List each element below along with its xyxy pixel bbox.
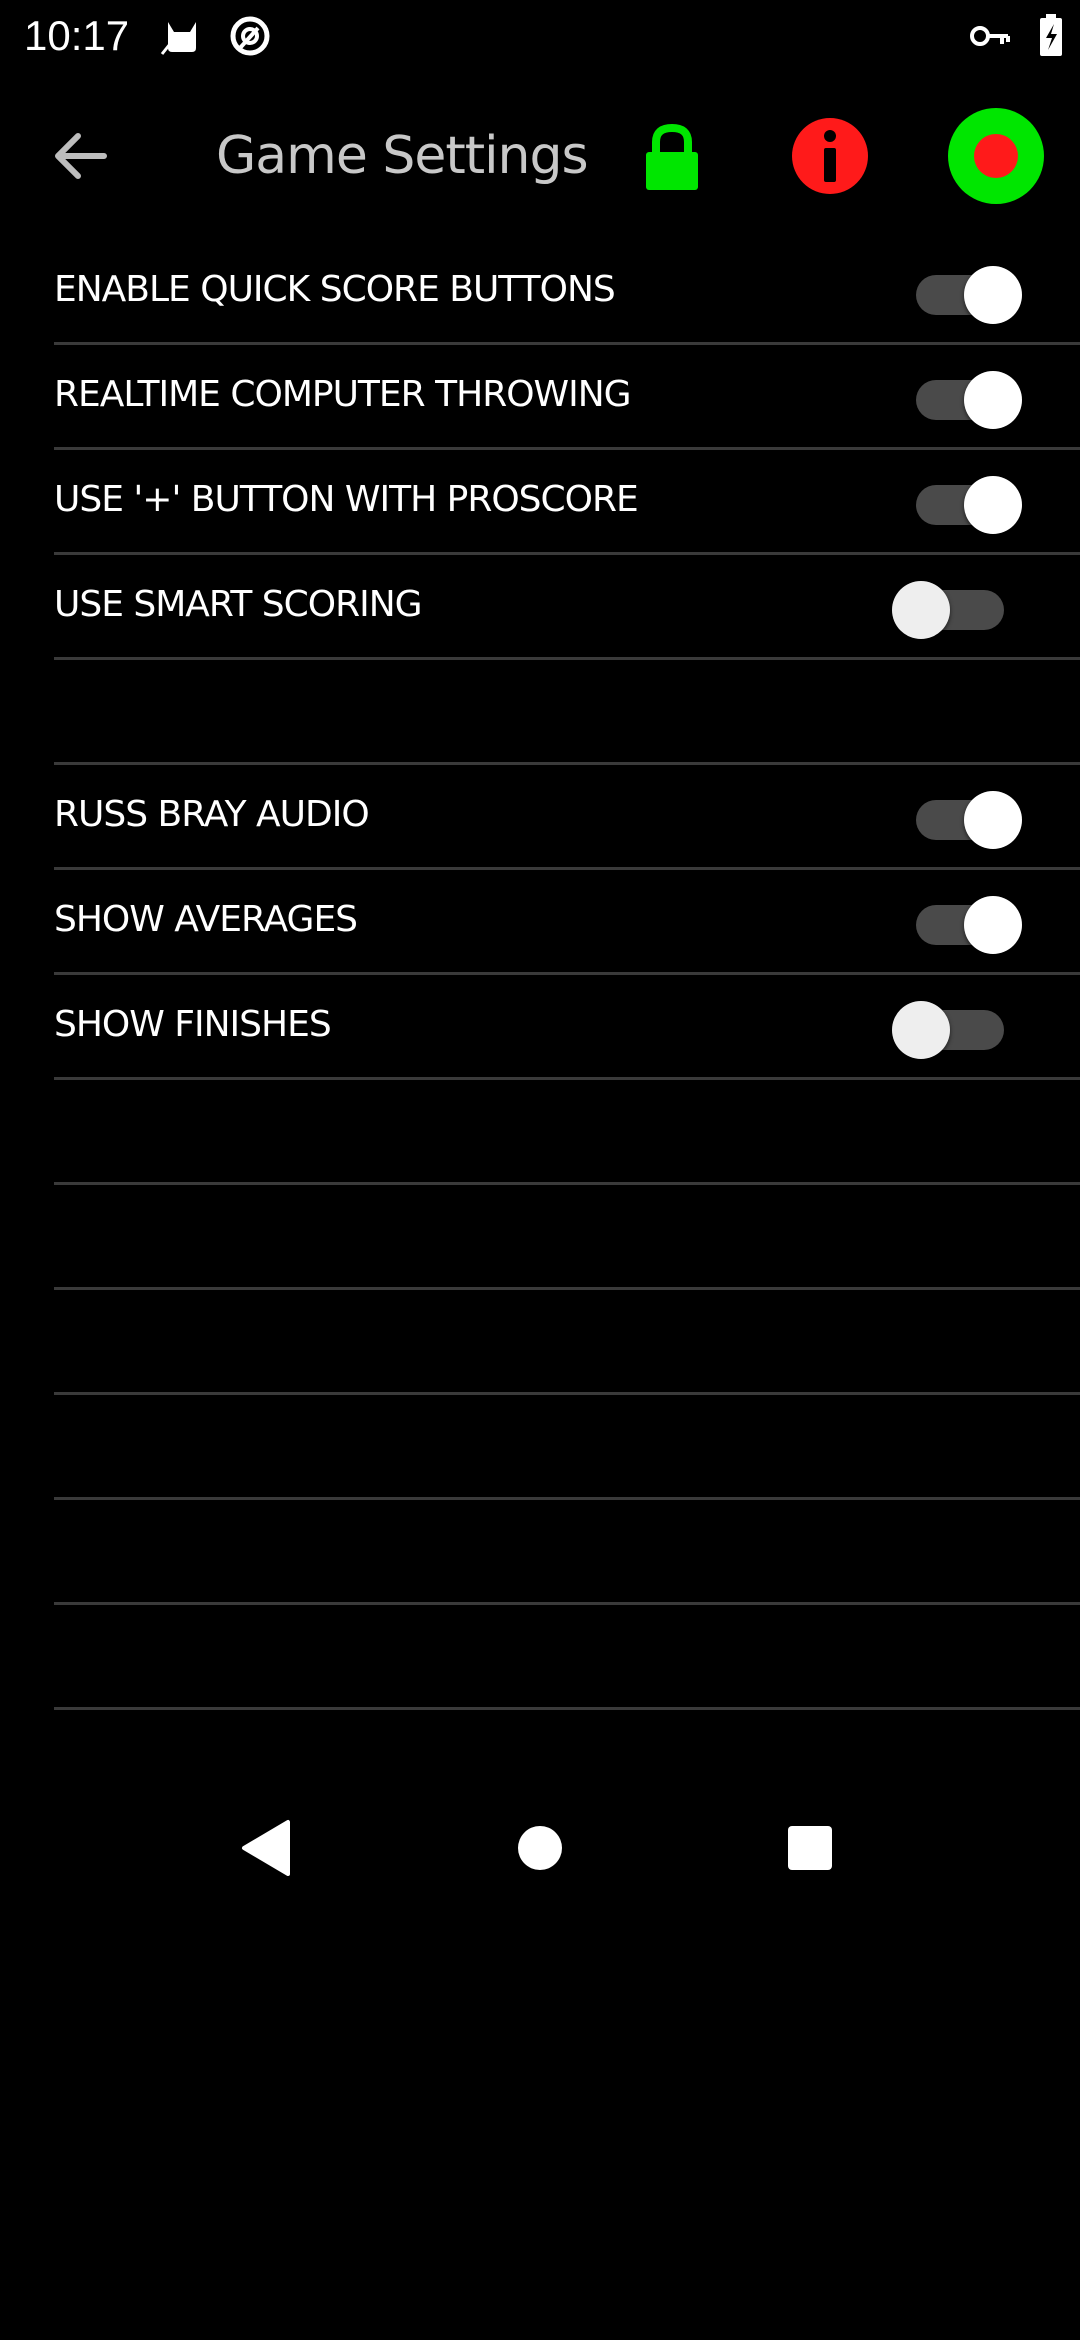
setting-row-empty — [54, 1395, 1080, 1500]
nav-back-button[interactable] — [230, 1812, 302, 1884]
info-button[interactable] — [790, 116, 870, 196]
setting-row-empty — [54, 660, 1080, 765]
settings-list: ENABLE QUICK SCORE BUTTONS REALTIME COMP… — [0, 240, 1080, 1710]
nav-home-button[interactable] — [504, 1812, 576, 1884]
nav-recents-button[interactable] — [774, 1812, 846, 1884]
switch-thumb — [964, 266, 1022, 324]
toggle-switch[interactable] — [892, 472, 1022, 534]
setting-label: USE '+' BUTTON WITH PROSCORE — [54, 479, 639, 520]
lock-button[interactable] — [640, 122, 704, 194]
toggle-switch[interactable] — [892, 262, 1022, 324]
setting-row-empty — [54, 1605, 1080, 1710]
switch-thumb — [964, 371, 1022, 429]
switch-thumb — [964, 476, 1022, 534]
toolbar: Game Settings — [0, 98, 1080, 216]
setting-label: ENABLE QUICK SCORE BUTTONS — [54, 269, 616, 310]
navigation-bar — [0, 1800, 1080, 1896]
status-bar: 10:17 — [0, 0, 1080, 72]
lock-icon — [640, 122, 704, 194]
setting-row-empty — [54, 1080, 1080, 1185]
toggle-switch[interactable] — [892, 892, 1022, 954]
nav-recents-square-icon — [774, 1812, 846, 1884]
info-icon — [790, 116, 870, 196]
arrow-left-icon — [44, 124, 124, 188]
setting-row-show-finishes[interactable]: SHOW FINISHES — [54, 975, 1080, 1080]
setting-row-empty — [54, 1290, 1080, 1395]
page-title: Game Settings — [216, 126, 589, 186]
setting-row-empty — [54, 1185, 1080, 1290]
record-button[interactable] — [946, 106, 1046, 206]
switch-thumb — [892, 1001, 950, 1059]
setting-label: REALTIME COMPUTER THROWING — [54, 374, 632, 415]
status-time: 10:17 — [24, 12, 130, 59]
vpn-key-icon — [968, 14, 1012, 58]
setting-row-use-plus-button-with-proscore[interactable]: USE '+' BUTTON WITH PROSCORE — [54, 450, 1080, 555]
switch-thumb — [964, 791, 1022, 849]
setting-row-empty — [54, 1500, 1080, 1605]
record-icon — [946, 106, 1046, 206]
toggle-switch[interactable] — [892, 577, 1022, 639]
notification-app-icon — [228, 14, 272, 58]
battery-charging-icon — [1030, 14, 1074, 58]
toggle-switch[interactable] — [892, 787, 1022, 849]
back-button[interactable] — [44, 124, 124, 188]
nav-back-triangle-icon — [230, 1812, 302, 1884]
setting-row-use-smart-scoring[interactable]: USE SMART SCORING — [54, 555, 1080, 660]
switch-thumb — [964, 896, 1022, 954]
toggle-switch[interactable] — [892, 367, 1022, 429]
setting-row-show-averages[interactable]: SHOW AVERAGES — [54, 870, 1080, 975]
setting-label: RUSS BRAY AUDIO — [54, 794, 370, 835]
setting-label: USE SMART SCORING — [54, 584, 423, 625]
setting-label: SHOW AVERAGES — [54, 899, 358, 940]
setting-label: SHOW FINISHES — [54, 1004, 332, 1045]
setting-row-russ-bray-audio[interactable]: RUSS BRAY AUDIO — [54, 765, 1080, 870]
setting-row-enable-quick-score-buttons[interactable]: ENABLE QUICK SCORE BUTTONS — [54, 240, 1080, 345]
nav-home-circle-icon — [504, 1812, 576, 1884]
cat-icon — [160, 14, 204, 58]
toggle-switch[interactable] — [892, 997, 1022, 1059]
switch-thumb — [892, 581, 950, 639]
setting-row-realtime-computer-throwing[interactable]: REALTIME COMPUTER THROWING — [54, 345, 1080, 450]
